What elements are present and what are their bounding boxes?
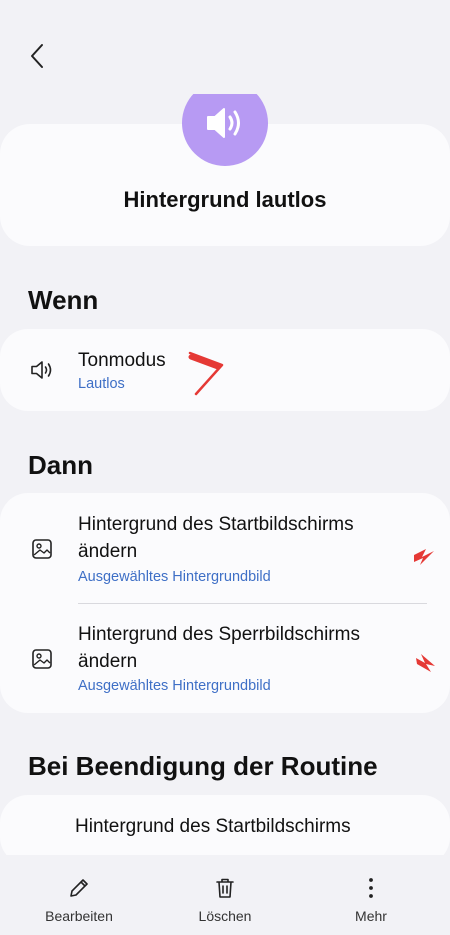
annotation-marker xyxy=(414,549,434,565)
action-lock-wallpaper[interactable]: Hintergrund des Sperrbildschirms ändern … xyxy=(0,604,450,713)
action-title-line2: ändern xyxy=(78,651,138,672)
more-label: Mehr xyxy=(355,908,387,924)
trash-icon xyxy=(216,878,234,898)
routine-title: Hintergrund lautlos xyxy=(123,187,327,212)
condition-sound-mode[interactable]: Tonmodus Lautlos xyxy=(0,329,450,411)
end-section-heading: Bei Beendigung der Routine xyxy=(28,751,378,781)
speaker-outline-icon xyxy=(30,358,54,382)
if-section-heading: Wenn xyxy=(28,285,99,315)
action-title-line2: ändern xyxy=(78,541,138,562)
annotation-marker xyxy=(416,654,435,672)
edit-label: Bearbeiten xyxy=(45,908,113,924)
end-action-home-wallpaper[interactable]: Hintergrund des Startbildschirms xyxy=(0,795,450,855)
speaker-icon xyxy=(207,108,240,138)
end-action-title-line1: Hintergrund des Startbildschirms xyxy=(75,816,351,837)
annotation-marker xyxy=(188,351,224,396)
more-button[interactable]: Mehr xyxy=(316,876,426,924)
more-vertical-icon xyxy=(369,878,373,898)
image-icon xyxy=(30,647,54,671)
then-section-heading: Dann xyxy=(28,450,93,480)
delete-label: Löschen xyxy=(198,908,252,924)
action-subtitle: Ausgewähltes Hintergrundbild xyxy=(78,569,271,585)
action-title-line1: Hintergrund des Sperrbildschirms xyxy=(78,624,360,645)
action-title-line1: Hintergrund des Startbildschirms xyxy=(78,514,354,535)
edit-button[interactable]: Bearbeiten xyxy=(24,876,134,924)
action-home-wallpaper[interactable]: Hintergrund des Startbildschirms ändern … xyxy=(0,493,450,603)
routine-detail-page: Hintergrund lautlos Wenn Tonmodus Lautlo… xyxy=(0,0,450,935)
chevron-left-icon xyxy=(31,44,43,68)
pencil-icon xyxy=(70,879,88,897)
action-subtitle: Ausgewähltes Hintergrundbild xyxy=(78,678,271,694)
image-icon xyxy=(30,537,54,561)
scroll-clip xyxy=(170,60,280,94)
back-button[interactable] xyxy=(20,38,54,74)
condition-subtitle: Lautlos xyxy=(78,376,125,392)
condition-title: Tonmodus xyxy=(78,350,166,371)
delete-button[interactable]: Löschen xyxy=(170,876,280,924)
